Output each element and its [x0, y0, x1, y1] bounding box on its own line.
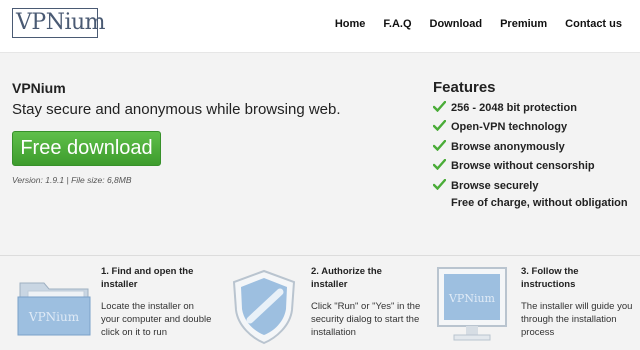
free-of-charge-note: Free of charge, without obligation — [451, 197, 628, 209]
main-nav: Home F.A.Q Download Premium Contact us — [317, 18, 622, 30]
logo[interactable]: VPNium — [12, 8, 106, 38]
feature-item: Open-VPN technology — [432, 118, 595, 138]
checkmark-icon — [432, 120, 451, 134]
checkmark-icon — [432, 100, 451, 115]
step-2-title: 2. Authorize the installer — [311, 265, 382, 291]
nav-home[interactable]: Home — [335, 18, 366, 30]
shield-icon — [232, 269, 296, 345]
step-1-text-line: your computer and double — [101, 314, 212, 325]
step-3-text-line: process — [521, 327, 555, 338]
step-1-text: Locate the installer on your computer an… — [101, 300, 211, 339]
feature-label: 256 - 2048 bit protection — [451, 101, 577, 114]
features-list: 256 - 2048 bit protection Open-VPN techn… — [432, 98, 595, 196]
nav-contact[interactable]: Contact us — [565, 18, 622, 30]
monitor-icon-label: VPNium — [448, 292, 496, 305]
header: VPNium Home F.A.Q Download Premium Conta… — [0, 0, 640, 53]
step-3-text-line: The installer will guide you — [521, 301, 633, 312]
feature-item: 256 - 2048 bit protection — [432, 98, 595, 118]
hero-title: VPNium — [12, 80, 66, 96]
step-1-text-line: Locate the installer on — [101, 301, 194, 312]
step-2-text: Click "Run" or "Yes" in the security dia… — [311, 300, 420, 339]
nav-download[interactable]: Download — [430, 18, 483, 30]
step-1-title: 1. Find and open the installer — [101, 265, 193, 291]
nav-faq[interactable]: F.A.Q — [383, 18, 411, 30]
hero-subtitle: Stay secure and anonymous while browsing… — [12, 101, 341, 118]
step-3-title: 3. Follow the instructions — [521, 265, 579, 291]
version-info: Version: 1.9.1 | File size: 6,8MB — [12, 175, 132, 185]
feature-label: Browse without censorship — [451, 160, 595, 173]
step-2-title-line: 2. Authorize the — [311, 266, 382, 277]
step-3-title-line: 3. Follow the — [521, 266, 579, 277]
step-3-text: The installer will guide you through the… — [521, 300, 632, 339]
feature-label: Browse anonymously — [451, 140, 565, 153]
installer-folder-icon: VPNium — [17, 282, 91, 336]
folder-icon-label: VPNium — [28, 310, 80, 324]
step-2-title-line: installer — [311, 279, 348, 290]
step-1-text-line: click on it to run — [101, 327, 167, 338]
features-title: Features — [433, 79, 496, 96]
free-download-button[interactable]: Free download — [12, 131, 161, 166]
checkmark-icon — [432, 178, 451, 193]
step-2-text-line: installation — [311, 327, 356, 338]
feature-label: Open-VPN technology — [451, 121, 568, 134]
step-1-title-line: 1. Find and open the — [101, 266, 194, 277]
step-1-title-line: installer — [101, 279, 138, 290]
feature-item: Browse anonymously — [432, 137, 595, 157]
checkmark-icon — [432, 159, 451, 173]
step-3-title-line: instructions — [521, 279, 576, 290]
step-2-text-line: Click "Run" or "Yes" in the — [311, 301, 421, 312]
feature-item: Browse without censorship — [432, 157, 595, 177]
nav-premium[interactable]: Premium — [500, 18, 547, 30]
feature-item: Browse securely — [432, 176, 595, 196]
divider — [0, 255, 640, 256]
monitor-icon: VPNium — [437, 267, 507, 341]
step-2-text-line: security dialog to start the — [311, 314, 420, 325]
step-3-text-line: through the installation — [521, 314, 617, 325]
feature-label: Browse securely — [451, 179, 539, 192]
checkmark-icon — [432, 139, 451, 154]
